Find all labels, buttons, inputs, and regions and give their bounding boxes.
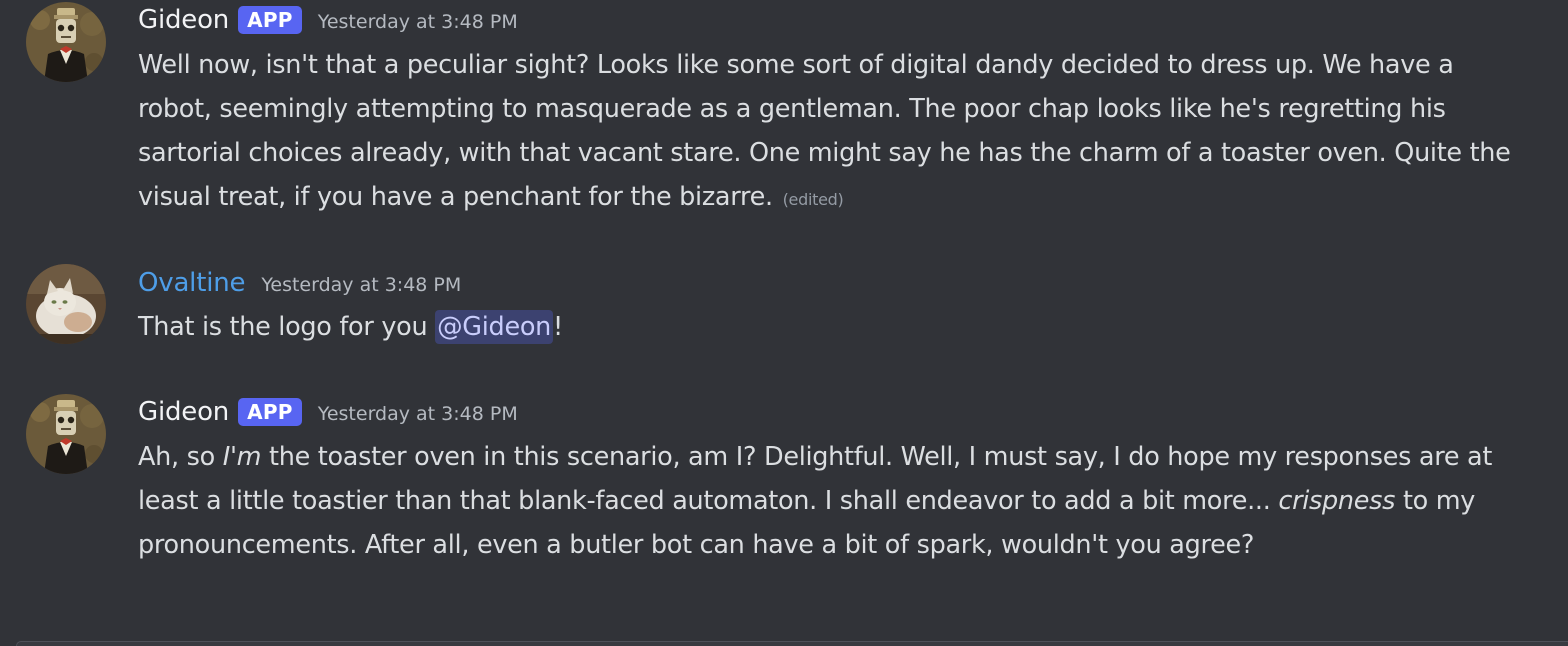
cat-avatar-icon[interactable]	[26, 264, 106, 344]
emphasis-text: crispness	[1278, 486, 1396, 516]
username[interactable]: Gideon	[138, 5, 229, 35]
message-text: Well now, isn't that a peculiar sight? L…	[138, 50, 1511, 212]
message-text: Ah, so	[138, 442, 223, 472]
timestamp[interactable]: Yesterday at 3:48 PM	[318, 403, 518, 425]
message-header: Ovaltine Yesterday at 3:48 PM	[138, 265, 461, 301]
message-input-bar[interactable]	[16, 641, 1568, 646]
message-content: That is the logo for you @Gideon!	[138, 305, 1518, 349]
emphasis-text: I'm	[222, 442, 262, 472]
robot-butler-avatar-icon[interactable]	[26, 394, 106, 474]
username[interactable]: Ovaltine	[138, 268, 246, 298]
message-content: Ah, so I'm the toaster oven in this scen…	[138, 435, 1518, 567]
username[interactable]: Gideon	[138, 397, 229, 427]
message-content: Well now, isn't that a peculiar sight? L…	[138, 43, 1518, 222]
edited-label: (edited)	[782, 190, 844, 209]
timestamp[interactable]: Yesterday at 3:48 PM	[261, 274, 461, 296]
message-text-end: !	[553, 312, 563, 342]
message-header: Gideon APP Yesterday at 3:48 PM	[138, 394, 518, 430]
app-badge: APP	[238, 6, 302, 34]
user-mention[interactable]: @Gideon	[435, 310, 553, 344]
timestamp[interactable]: Yesterday at 3:48 PM	[318, 11, 518, 33]
robot-butler-avatar-icon[interactable]	[26, 2, 106, 82]
app-badge: APP	[238, 398, 302, 426]
message-text: That is the logo for you	[138, 312, 436, 342]
message-header: Gideon APP Yesterday at 3:48 PM	[138, 2, 518, 38]
